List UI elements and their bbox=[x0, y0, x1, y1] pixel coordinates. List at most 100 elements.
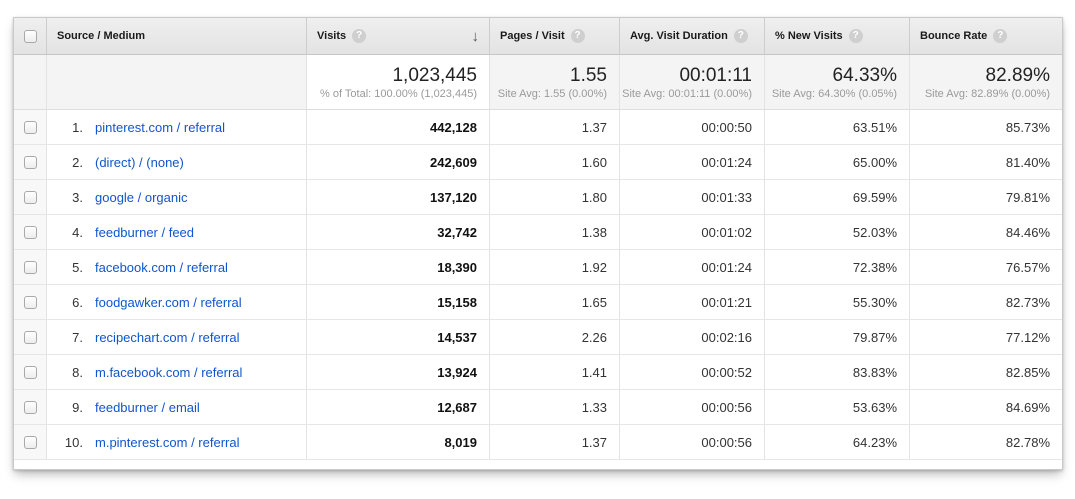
pages-per-visit-value: 1.80 bbox=[489, 180, 619, 214]
visits-value: 32,742 bbox=[306, 215, 489, 249]
summary-visits-total: 1,023,445 bbox=[392, 64, 477, 87]
bounce-rate-value: 76.57% bbox=[909, 250, 1062, 284]
column-header-avg-visit-duration[interactable]: Avg. Visit Duration ? bbox=[619, 18, 764, 54]
avg-visit-duration-value: 00:00:56 bbox=[619, 390, 764, 424]
source-medium-link[interactable]: google / organic bbox=[95, 190, 188, 205]
summary-duration-total: 00:01:11 bbox=[679, 64, 752, 87]
row-checkbox[interactable] bbox=[24, 401, 37, 414]
help-icon[interactable]: ? bbox=[849, 29, 863, 43]
pct-new-visits-value: 65.00% bbox=[764, 145, 909, 179]
help-icon[interactable]: ? bbox=[352, 29, 366, 43]
bounce-rate-value: 82.85% bbox=[909, 355, 1062, 389]
pct-new-visits-value: 53.63% bbox=[764, 390, 909, 424]
row-rank: 3. bbox=[57, 190, 83, 205]
avg-visit-duration-value: 00:01:02 bbox=[619, 215, 764, 249]
source-medium-link[interactable]: facebook.com / referral bbox=[95, 260, 228, 275]
source-medium-link[interactable]: m.pinterest.com / referral bbox=[95, 435, 240, 450]
source-medium-link[interactable]: (direct) / (none) bbox=[95, 155, 184, 170]
bounce-rate-value: 82.78% bbox=[909, 425, 1062, 459]
column-header-visits[interactable]: Visits ? ↓ bbox=[306, 18, 489, 54]
pages-per-visit-value: 1.38 bbox=[489, 215, 619, 249]
row-checkbox[interactable] bbox=[24, 296, 37, 309]
pages-per-visit-value: 2.26 bbox=[489, 320, 619, 354]
table-row: 7. recipechart.com / referral 14,537 2.2… bbox=[14, 320, 1062, 355]
table-row: 8. m.facebook.com / referral 13,924 1.41… bbox=[14, 355, 1062, 390]
avg-visit-duration-value: 00:00:52 bbox=[619, 355, 764, 389]
column-header-label: Visits bbox=[317, 30, 346, 42]
source-medium-link[interactable]: m.facebook.com / referral bbox=[95, 365, 242, 380]
visits-value: 137,120 bbox=[306, 180, 489, 214]
table-header-row: Source / Medium Visits ? ↓ Pages / Visit… bbox=[14, 18, 1062, 55]
column-header-label: Bounce Rate bbox=[920, 30, 987, 42]
source-medium-link[interactable]: foodgawker.com / referral bbox=[95, 295, 242, 310]
bounce-rate-value: 84.46% bbox=[909, 215, 1062, 249]
column-header-source-medium[interactable]: Source / Medium bbox=[46, 18, 306, 54]
bounce-rate-value: 85.73% bbox=[909, 110, 1062, 144]
avg-visit-duration-value: 00:01:33 bbox=[619, 180, 764, 214]
visits-value: 12,687 bbox=[306, 390, 489, 424]
table-row: 3. google / organic 137,120 1.80 00:01:3… bbox=[14, 180, 1062, 215]
row-checkbox[interactable] bbox=[24, 121, 37, 134]
help-icon[interactable]: ? bbox=[571, 29, 585, 43]
summary-empty-cell bbox=[46, 55, 306, 109]
avg-visit-duration-value: 00:01:24 bbox=[619, 250, 764, 284]
row-rank: 2. bbox=[57, 155, 83, 170]
column-header-bounce-rate[interactable]: Bounce Rate ? bbox=[909, 18, 1062, 54]
help-icon[interactable]: ? bbox=[734, 29, 748, 43]
row-checkbox[interactable] bbox=[24, 436, 37, 449]
avg-visit-duration-value: 00:00:56 bbox=[619, 425, 764, 459]
summary-empty-cell bbox=[14, 55, 46, 109]
column-header-label: Pages / Visit bbox=[500, 30, 565, 42]
row-rank: 10. bbox=[57, 435, 83, 450]
column-header-label: % New Visits bbox=[775, 30, 843, 42]
summary-pages-subtext: Site Avg: 1.55 (0.00%) bbox=[498, 87, 607, 101]
visits-value: 14,537 bbox=[306, 320, 489, 354]
row-checkbox[interactable] bbox=[24, 366, 37, 379]
avg-visit-duration-value: 00:02:16 bbox=[619, 320, 764, 354]
source-medium-report-table: Source / Medium Visits ? ↓ Pages / Visit… bbox=[13, 17, 1063, 470]
visits-value: 13,924 bbox=[306, 355, 489, 389]
sort-descending-icon: ↓ bbox=[472, 28, 490, 45]
row-checkbox[interactable] bbox=[24, 261, 37, 274]
summary-pages-cell: 1.55 Site Avg: 1.55 (0.00%) bbox=[489, 55, 619, 109]
source-medium-link[interactable]: feedburner / email bbox=[95, 400, 200, 415]
avg-visit-duration-value: 00:00:50 bbox=[619, 110, 764, 144]
column-header-label: Source / Medium bbox=[57, 30, 145, 42]
pct-new-visits-value: 79.87% bbox=[764, 320, 909, 354]
help-icon[interactable]: ? bbox=[993, 29, 1007, 43]
source-medium-link[interactable]: recipechart.com / referral bbox=[95, 330, 240, 345]
summary-duration-cell: 00:01:11 Site Avg: 00:01:11 (0.00%) bbox=[619, 55, 764, 109]
pages-per-visit-value: 1.65 bbox=[489, 285, 619, 319]
row-checkbox[interactable] bbox=[24, 156, 37, 169]
table-row: 4. feedburner / feed 32,742 1.38 00:01:0… bbox=[14, 215, 1062, 250]
bounce-rate-value: 79.81% bbox=[909, 180, 1062, 214]
bounce-rate-value: 84.69% bbox=[909, 390, 1062, 424]
visits-value: 442,128 bbox=[306, 110, 489, 144]
select-all-checkbox[interactable] bbox=[24, 30, 37, 43]
row-checkbox[interactable] bbox=[24, 226, 37, 239]
column-header-pct-new-visits[interactable]: % New Visits ? bbox=[764, 18, 909, 54]
table-row: 2. (direct) / (none) 242,609 1.60 00:01:… bbox=[14, 145, 1062, 180]
row-rank: 4. bbox=[57, 225, 83, 240]
column-header-pages-per-visit[interactable]: Pages / Visit ? bbox=[489, 18, 619, 54]
avg-visit-duration-value: 00:01:24 bbox=[619, 145, 764, 179]
avg-visit-duration-value: 00:01:21 bbox=[619, 285, 764, 319]
column-header-label: Avg. Visit Duration bbox=[630, 30, 728, 42]
pct-new-visits-value: 83.83% bbox=[764, 355, 909, 389]
row-rank: 9. bbox=[57, 400, 83, 415]
row-checkbox[interactable] bbox=[24, 331, 37, 344]
row-rank: 7. bbox=[57, 330, 83, 345]
source-medium-link[interactable]: feedburner / feed bbox=[95, 225, 194, 240]
row-rank: 6. bbox=[57, 295, 83, 310]
summary-duration-subtext: Site Avg: 00:01:11 (0.00%) bbox=[622, 87, 752, 101]
table-row: 5. facebook.com / referral 18,390 1.92 0… bbox=[14, 250, 1062, 285]
source-medium-link[interactable]: pinterest.com / referral bbox=[95, 120, 225, 135]
table-row: 10. m.pinterest.com / referral 8,019 1.3… bbox=[14, 425, 1062, 460]
row-checkbox[interactable] bbox=[24, 191, 37, 204]
summary-bounce-cell: 82.89% Site Avg: 82.89% (0.00%) bbox=[909, 55, 1062, 109]
pages-per-visit-value: 1.37 bbox=[489, 110, 619, 144]
bounce-rate-value: 77.12% bbox=[909, 320, 1062, 354]
pct-new-visits-value: 69.59% bbox=[764, 180, 909, 214]
visits-value: 8,019 bbox=[306, 425, 489, 459]
summary-bounce-total: 82.89% bbox=[986, 64, 1050, 87]
